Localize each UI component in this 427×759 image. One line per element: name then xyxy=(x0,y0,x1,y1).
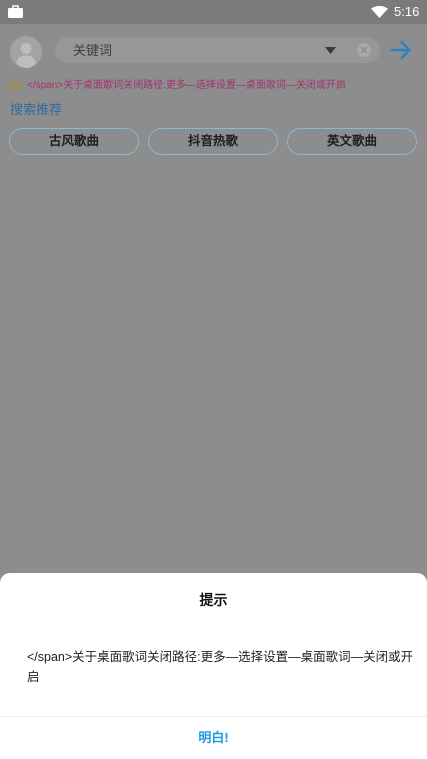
status-bar: 5:16 xyxy=(0,0,427,24)
briefcase-icon xyxy=(8,5,23,18)
status-time: 5:16 xyxy=(394,4,420,19)
modal-scrim[interactable] xyxy=(0,24,427,573)
wifi-icon xyxy=(371,6,388,18)
dialog-message: </span>关于桌面歌词关闭路径:更多—选择设置—桌面歌词—关闭或开启 xyxy=(27,650,414,684)
confirm-button[interactable]: 明白! xyxy=(0,717,427,759)
alert-dialog: 提示 </span>关于桌面歌词关闭路径:更多—选择设置—桌面歌词—关闭或开启 … xyxy=(0,573,427,759)
dialog-title: 提示 xyxy=(199,592,228,608)
